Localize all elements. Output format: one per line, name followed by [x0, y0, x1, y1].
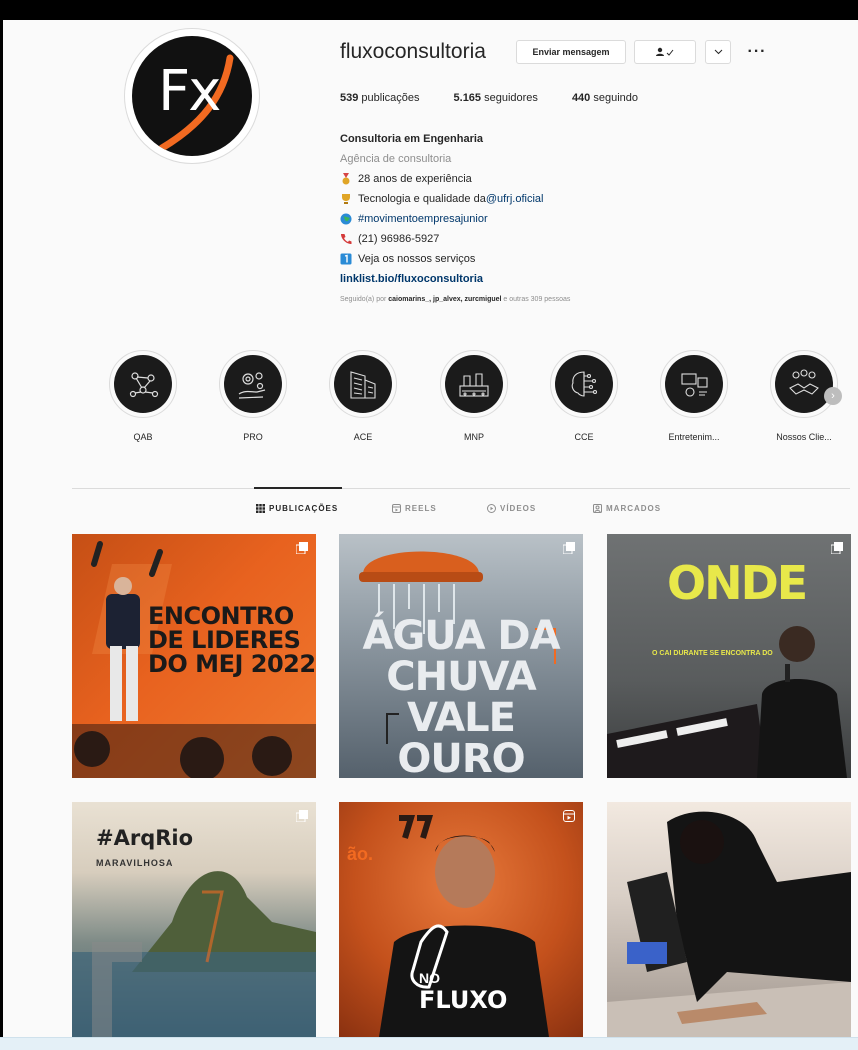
globe-icon	[340, 213, 352, 225]
chevron-down-icon	[714, 49, 722, 55]
tabs-divider	[72, 488, 850, 489]
tagged-icon	[593, 504, 602, 513]
post-caption-text: ÁGUA DA CHUVA VALE OURO	[362, 613, 560, 779]
media-icon	[665, 355, 723, 413]
highlight-label: ACE	[353, 432, 373, 442]
post-subcaption-text: NO	[419, 970, 440, 986]
more-horizontal-icon: ···	[747, 43, 767, 60]
reels-icon	[392, 504, 401, 513]
following-count[interactable]: 440 seguindo	[572, 92, 638, 104]
number-one-icon	[340, 253, 352, 265]
highlight-pro[interactable]: PRO	[213, 350, 293, 442]
post-caption-text: ONDE	[667, 556, 808, 610]
avatar-image: Fx	[132, 36, 252, 156]
highlight-label: QAB	[133, 432, 153, 442]
reel-icon	[563, 810, 575, 822]
highlight-qab[interactable]: QAB	[103, 350, 183, 442]
highlight-label: PRO	[243, 432, 263, 442]
highlight-ring	[109, 350, 177, 418]
highlight-label: Entretenim...	[668, 432, 720, 442]
followed-by-text[interactable]: Seguido(a) por caiomarins_, jp_alvex, zu…	[340, 296, 570, 303]
highlight-ring	[770, 350, 838, 418]
highlight-label: Nossos Clie...	[776, 432, 832, 442]
post-photo-graphic	[607, 811, 851, 1037]
carousel-icon	[563, 542, 575, 554]
posts-count: 539 publicações	[340, 92, 420, 104]
highlight-cce[interactable]: CCE	[544, 350, 624, 442]
carousel-icon	[831, 542, 843, 554]
highlight-ring	[440, 350, 508, 418]
building-icon	[334, 355, 392, 413]
medal-icon	[342, 173, 350, 185]
ufrj-mention-link[interactable]: @ufrj.oficial	[486, 189, 544, 209]
profile-bio: Consultoria em Engenharia Agência de con…	[340, 129, 810, 289]
post-subcaption-text: MARAVILHOSA	[96, 858, 174, 868]
post-caption-text: FLUXO	[419, 986, 508, 1014]
post-tile[interactable]: ÁGUA DA CHUVA VALE OURO	[339, 534, 583, 778]
chevron-right-icon: ›	[831, 390, 835, 402]
profile-avatar[interactable]: Fx	[124, 28, 260, 164]
post-tile[interactable]	[607, 802, 851, 1037]
highlight-entretenimento[interactable]: Entretenim...	[654, 350, 734, 442]
tab-marcados[interactable]: MARCADOS	[593, 504, 661, 513]
tab-publicacoes[interactable]: PUBLICAÇÕES	[256, 504, 338, 513]
followers-count[interactable]: 5.165 seguidores	[454, 92, 538, 104]
highlight-ring	[219, 350, 287, 418]
brain-icon	[555, 355, 613, 413]
bio-line-hashtag: #movimentoempresajunior	[340, 209, 810, 229]
profile-stats: 539 publicações 5.165 seguidores 440 seg…	[340, 92, 672, 104]
tab-reels[interactable]: REELS	[392, 504, 437, 513]
post-tile[interactable]: ENCONTRO DE LIDERES DO MEJ 2022	[72, 534, 316, 778]
factory-icon	[445, 355, 503, 413]
post-top-text: ão.	[347, 844, 374, 864]
bio-line-services: Veja os nossos serviços	[340, 249, 810, 269]
bio-website-link[interactable]: linklist.bio/fluxoconsultoria	[340, 269, 810, 289]
suggestions-button[interactable]	[705, 40, 731, 64]
window-edge	[0, 20, 3, 1049]
gears-hand-icon	[224, 355, 282, 413]
browser-top-bar	[0, 0, 858, 20]
person-check-icon	[656, 47, 674, 56]
following-button[interactable]	[634, 40, 696, 64]
highlight-ring	[660, 350, 728, 418]
post-tile[interactable]: ONDE O CAÍ DURANTE SE ENCONTRA DO	[607, 534, 851, 778]
bio-category: Agência de consultoria	[340, 153, 452, 165]
post-caption-text: #ArqRio	[96, 826, 194, 850]
carousel-icon	[296, 542, 308, 554]
bottom-bar	[0, 1037, 858, 1050]
more-options-button[interactable]: ···	[745, 40, 769, 64]
hashtag-link[interactable]: #movimentoempresajunior	[358, 209, 488, 229]
grid-icon	[256, 504, 265, 513]
post-tile[interactable]: ão. NO FLUXO	[339, 802, 583, 1037]
post-tile[interactable]: #ArqRio MARAVILHOSA	[72, 802, 316, 1037]
handshake-icon	[775, 355, 833, 413]
send-message-button[interactable]: Enviar mensagem	[516, 40, 626, 64]
tab-videos[interactable]: VÍDEOS	[487, 504, 536, 513]
post-subcaption-text: O CAÍ DURANTE SE ENCONTRA DO	[652, 650, 773, 657]
bio-line-phone: (21) 96986-5927	[340, 229, 810, 249]
bio-line-experience: 28 anos de experiência	[340, 169, 810, 189]
highlight-mnp[interactable]: MNP	[434, 350, 514, 442]
highlight-label: MNP	[464, 432, 484, 442]
active-tab-indicator	[254, 487, 342, 489]
avatar-logo-text: Fx	[158, 59, 221, 124]
highlight-ring	[550, 350, 618, 418]
phone-icon	[341, 234, 352, 244]
highlight-ace[interactable]: ACE	[323, 350, 403, 442]
post-caption-text: ENCONTRO DE LIDERES DO MEJ 2022	[148, 602, 316, 678]
profile-username: fluxoconsultoria	[340, 40, 486, 63]
bio-name: Consultoria em Engenharia	[340, 133, 484, 145]
play-icon	[487, 504, 496, 513]
highlight-label: CCE	[574, 432, 594, 442]
carousel-icon	[296, 810, 308, 822]
highlights-next-button[interactable]: ›	[824, 387, 842, 405]
trophy-icon	[342, 194, 350, 204]
highlight-ring	[329, 350, 397, 418]
molecule-icon	[114, 355, 172, 413]
bio-line-technology: Tecnologia e qualidade da @ufrj.oficial	[340, 189, 810, 209]
